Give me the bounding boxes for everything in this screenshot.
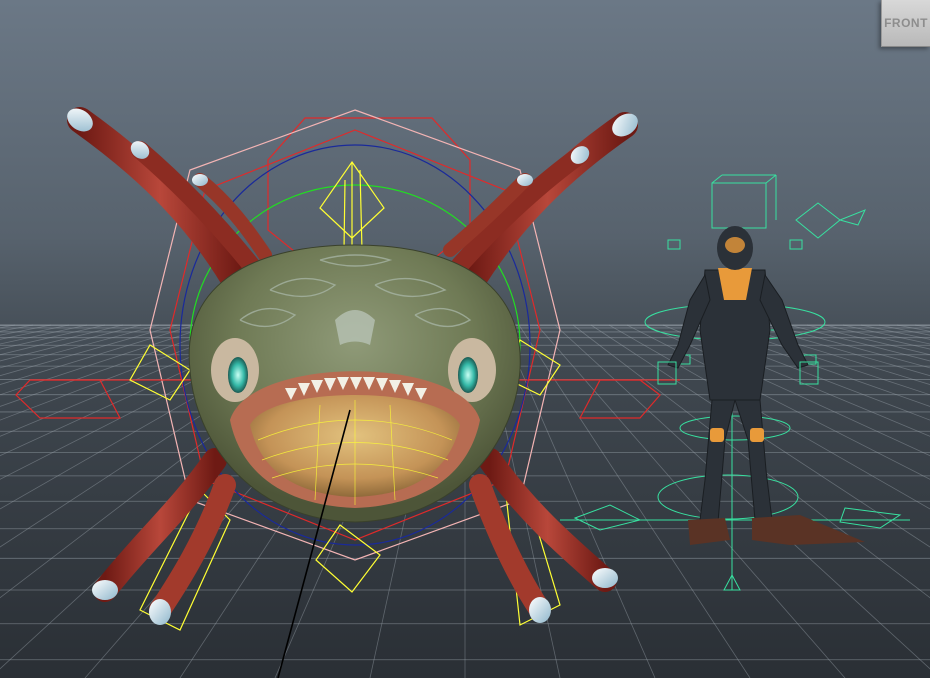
scene-canvas[interactable] — [0, 0, 930, 678]
view-cube-label: FRONT — [884, 16, 928, 30]
view-cube[interactable]: FRONT — [881, 0, 930, 47]
viewport-3d[interactable]: FRONT — [0, 0, 930, 678]
diver-model[interactable] — [657, 226, 865, 545]
creature-right-eye — [458, 357, 478, 393]
creature-left-eye — [228, 357, 248, 393]
